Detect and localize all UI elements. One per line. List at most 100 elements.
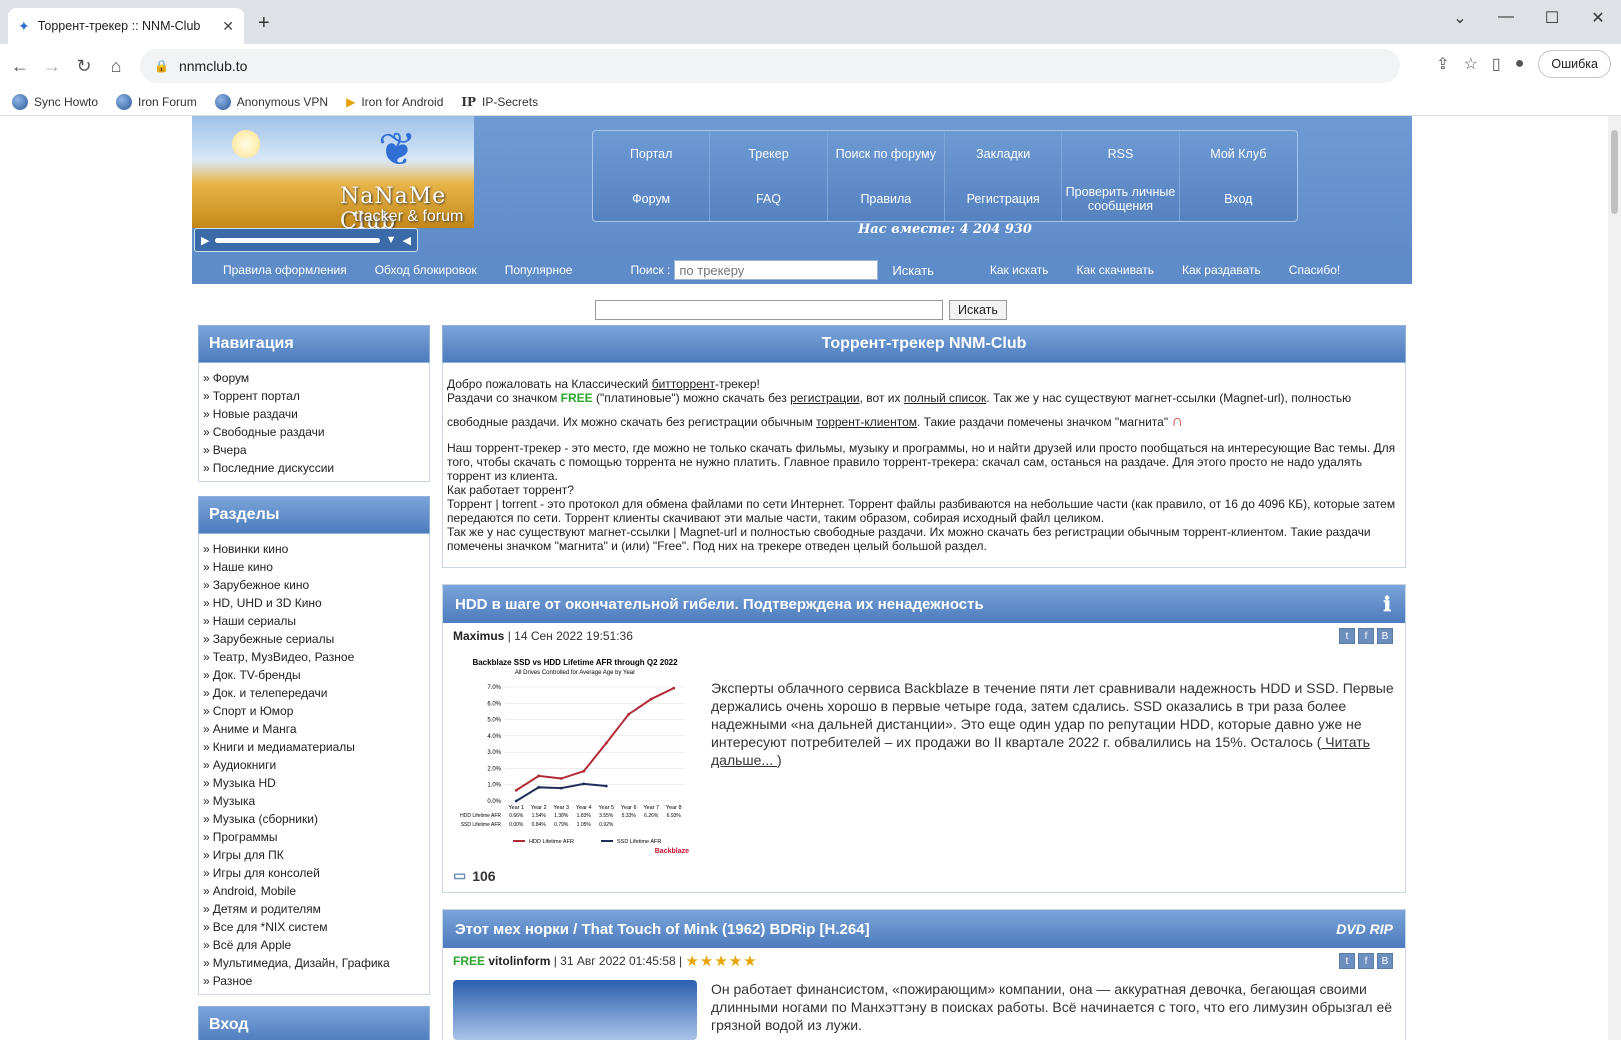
share-icon[interactable]: ⇪ bbox=[1436, 54, 1449, 74]
sidebar-section-item[interactable]: » Программы bbox=[203, 828, 425, 846]
tab-search-icon[interactable]: ⌄ bbox=[1437, 8, 1483, 28]
link-how-search[interactable]: Как искать bbox=[990, 263, 1049, 277]
vk-icon[interactable]: B bbox=[1377, 628, 1393, 644]
link-full-list[interactable]: полный список bbox=[904, 391, 986, 405]
link-formatting-rules[interactable]: Правила оформления bbox=[223, 263, 347, 277]
bookmark-sync-howto[interactable]: Sync Howto bbox=[12, 93, 98, 110]
nav-faq[interactable]: FAQ bbox=[710, 176, 828, 221]
sidepanel-icon[interactable]: ▯ bbox=[1492, 54, 1501, 74]
facebook-icon[interactable]: f bbox=[1358, 628, 1374, 644]
sidebar-section-item[interactable]: » Детям и родителям bbox=[203, 900, 425, 918]
vk-icon[interactable]: B bbox=[1377, 953, 1393, 969]
play-icon[interactable]: ▶ bbox=[201, 234, 209, 247]
site-logo[interactable]: ❦ NaNaMe Club tracker & forum bbox=[192, 116, 474, 234]
link-thanks[interactable]: Спасибо! bbox=[1289, 263, 1340, 277]
audio-player[interactable]: ▶ ▼ ◀ bbox=[194, 228, 418, 252]
news-author[interactable]: vitolinform bbox=[488, 954, 550, 968]
volume-icon[interactable]: ◀ bbox=[403, 234, 411, 247]
link-bypass[interactable]: Обход блокировок bbox=[375, 263, 477, 277]
afr-chart[interactable]: Backblaze SSD vs HDD Lifetime AFR throug… bbox=[453, 655, 697, 855]
nav-bookmarks[interactable]: Закладки bbox=[945, 131, 1063, 176]
back-icon[interactable]: ← bbox=[4, 56, 36, 77]
sidebar-nav-item[interactable]: » Новые раздачи bbox=[203, 405, 425, 423]
nav-tracker[interactable]: Трекер bbox=[710, 131, 828, 176]
sidebar-section-item[interactable]: » Новинки кино bbox=[203, 540, 425, 558]
sidebar-nav-item[interactable]: » Последние дискуссии bbox=[203, 459, 425, 477]
close-tab-icon[interactable]: ✕ bbox=[222, 18, 234, 35]
link-registration[interactable]: регистрации bbox=[790, 391, 860, 405]
minimize-icon[interactable]: — bbox=[1483, 8, 1529, 28]
sidebar-section-item[interactable]: » Музыка (сборники) bbox=[203, 810, 425, 828]
forward-icon[interactable]: → bbox=[36, 56, 68, 77]
sidebar-section-item[interactable]: » Наше кино bbox=[203, 558, 425, 576]
sidebar-section-item[interactable]: » Мультимедиа, Дизайн, Графика bbox=[203, 954, 425, 972]
nav-register[interactable]: Регистрация bbox=[945, 176, 1063, 221]
scrollbar-thumb[interactable] bbox=[1611, 130, 1618, 214]
profile-icon[interactable]: ● bbox=[1515, 55, 1525, 73]
nav-forum[interactable]: Форум bbox=[593, 176, 711, 221]
news-title[interactable]: Этот мех норки / That Touch of Mink (196… bbox=[455, 921, 870, 938]
sidebar-nav-item[interactable]: » Торрент портал bbox=[203, 387, 425, 405]
bookmark-iron-android[interactable]: ▶ Iron for Android bbox=[346, 95, 443, 109]
sidebar-section-item[interactable]: » HD, UHD и 3D Кино bbox=[203, 594, 425, 612]
error-button[interactable]: Ошибка bbox=[1538, 50, 1611, 78]
sidebar-section-item[interactable]: » Док. и телепередачи bbox=[203, 684, 425, 702]
page-scrollbar[interactable] bbox=[1608, 116, 1621, 1040]
sidebar-section-item[interactable]: » Всё для Apple bbox=[203, 936, 425, 954]
news-author[interactable]: Maximus bbox=[453, 629, 504, 643]
link-torrent-client[interactable]: торрент-клиентом bbox=[816, 415, 917, 429]
nav-my-club[interactable]: Мой Клуб bbox=[1180, 131, 1297, 176]
nav-rss[interactable]: RSS bbox=[1062, 131, 1180, 176]
bookmark-ip-secrets[interactable]: IP IP-Secrets bbox=[461, 95, 538, 109]
sidebar-section-item[interactable]: » Театр, МузВидео, Разное bbox=[203, 648, 425, 666]
movie-poster[interactable] bbox=[453, 980, 697, 1040]
home-icon[interactable]: ⌂ bbox=[100, 56, 132, 77]
sidebar-section-item[interactable]: » Зарубежные сериалы bbox=[203, 630, 425, 648]
new-tab-button[interactable]: + bbox=[258, 12, 270, 35]
bookmark-iron-forum[interactable]: Iron Forum bbox=[116, 93, 197, 110]
twitter-icon[interactable]: t bbox=[1339, 628, 1355, 644]
nav-forum-search[interactable]: Поиск по форуму bbox=[828, 131, 945, 176]
reload-icon[interactable]: ↻ bbox=[68, 56, 100, 77]
tracker-search-button[interactable]: Искать bbox=[892, 263, 934, 278]
info-icon[interactable]: ℹ bbox=[1383, 592, 1391, 617]
news-title[interactable]: HDD в шаге от окончательной гибели. Подт… bbox=[455, 596, 984, 613]
sidebar-section-item[interactable]: » Аудиокниги bbox=[203, 756, 425, 774]
nav-messages[interactable]: Проверить личные сообщения bbox=[1062, 176, 1180, 221]
sidebar-section-item[interactable]: » Аниме и Манга bbox=[203, 720, 425, 738]
comments[interactable]: ▭ 106 bbox=[443, 861, 1405, 892]
sidebar-section-item[interactable]: » Музыка bbox=[203, 792, 425, 810]
sidebar-section-item[interactable]: » Разное bbox=[203, 972, 425, 990]
sidebar-section-item[interactable]: » Android, Mobile bbox=[203, 882, 425, 900]
nav-portal[interactable]: Портал bbox=[593, 131, 711, 176]
nav-rules[interactable]: Правила bbox=[828, 176, 945, 221]
sidebar-section-item[interactable]: » Игры для ПК bbox=[203, 846, 425, 864]
tracker-search-input[interactable]: по трекеру bbox=[674, 260, 879, 280]
sidebar-section-item[interactable]: » Спорт и Юмор bbox=[203, 702, 425, 720]
sidebar-section-item[interactable]: » Музыка HD bbox=[203, 774, 425, 792]
address-bar[interactable]: 🔒 nnmclub.to bbox=[140, 49, 1400, 83]
nav-login[interactable]: Вход bbox=[1180, 176, 1297, 221]
twitter-icon[interactable]: t bbox=[1339, 953, 1355, 969]
main-search-input[interactable] bbox=[595, 300, 943, 320]
maximize-icon[interactable]: ☐ bbox=[1529, 8, 1575, 28]
sidebar-nav-item[interactable]: » Свободные раздачи bbox=[203, 423, 425, 441]
sidebar-nav-item[interactable]: » Форум bbox=[203, 369, 425, 387]
sidebar-section-item[interactable]: » Все для *NIX систем bbox=[203, 918, 425, 936]
close-window-icon[interactable]: ✕ bbox=[1575, 8, 1621, 28]
facebook-icon[interactable]: f bbox=[1358, 953, 1374, 969]
link-how-seed[interactable]: Как раздавать bbox=[1182, 263, 1261, 277]
sidebar-section-item[interactable]: » Игры для консолей bbox=[203, 864, 425, 882]
dropdown-icon[interactable]: ▼ bbox=[386, 234, 397, 246]
browser-tab[interactable]: ✦ Торрент-трекер :: NNM-Club ✕ bbox=[8, 8, 244, 44]
sidebar-section-item[interactable]: » Наши сериалы bbox=[203, 612, 425, 630]
sidebar-section-item[interactable]: » Док. TV-бренды bbox=[203, 666, 425, 684]
sidebar-section-item[interactable]: » Книги и медиаматериалы bbox=[203, 738, 425, 756]
sidebar-section-item[interactable]: » Зарубежное кино bbox=[203, 576, 425, 594]
player-progress[interactable] bbox=[215, 237, 380, 243]
link-bittorrent[interactable]: биттоppент bbox=[652, 377, 715, 391]
sidebar-nav-item[interactable]: » Вчера bbox=[203, 441, 425, 459]
main-search-button[interactable]: Искать bbox=[949, 300, 1007, 320]
bookmark-star-icon[interactable]: ☆ bbox=[1464, 54, 1478, 74]
link-popular[interactable]: Популярное bbox=[505, 263, 573, 277]
